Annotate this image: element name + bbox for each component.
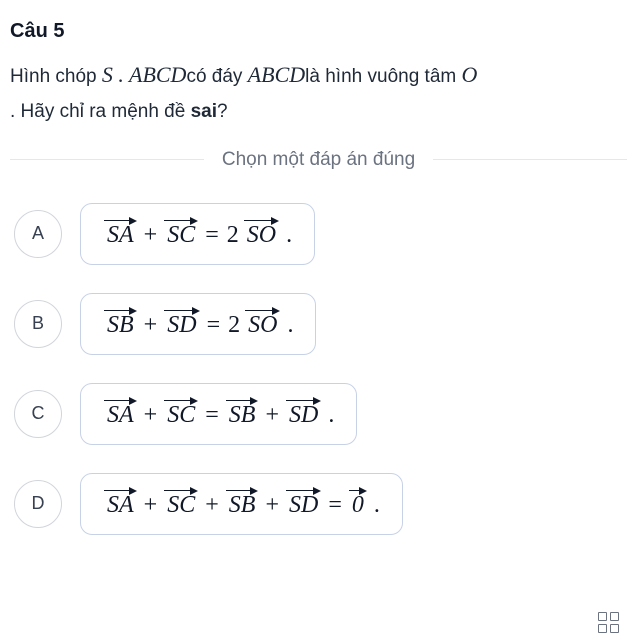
period: . <box>287 312 293 339</box>
math-expr: O <box>462 62 478 87</box>
vector: SB <box>226 402 259 429</box>
vector: SB <box>226 492 259 519</box>
option-box-a: SA + SC = 2 SO . <box>80 203 315 265</box>
operator: = <box>328 492 342 519</box>
divider-line <box>433 159 627 160</box>
operator: = <box>205 222 219 249</box>
coefficient: 2 <box>227 222 239 249</box>
operator: + <box>144 402 158 429</box>
operator: + <box>144 222 158 249</box>
text-segment: . Hãy chỉ ra mệnh đề <box>10 101 191 122</box>
option-box-b: SB + SD = 2 SO . <box>80 293 316 355</box>
text-segment: Hình chóp <box>10 66 102 87</box>
math-expr: S . ABCD <box>102 62 187 87</box>
vector: SD <box>286 492 321 519</box>
bold-word: sai <box>191 101 217 122</box>
vector: SD <box>286 402 321 429</box>
coefficient: 2 <box>228 312 240 339</box>
vector: SO <box>244 222 279 249</box>
period: . <box>374 492 380 519</box>
vector: SC <box>164 492 198 519</box>
text-segment: ? <box>217 101 228 122</box>
operator: + <box>205 492 219 519</box>
vector: SC <box>164 402 198 429</box>
text-segment: có đáy <box>186 66 247 87</box>
vector: SA <box>104 492 137 519</box>
vector-zero: 0 <box>349 492 367 519</box>
text-segment: là hình vuông tâm <box>305 66 461 87</box>
option-c[interactable]: C SA + SC = SB + SD . <box>14 383 627 445</box>
equation-d: SA + SC + SB + SD = 0 . <box>103 492 380 519</box>
vector: SA <box>104 222 137 249</box>
option-b[interactable]: B SB + SD = 2 SO . <box>14 293 627 355</box>
equation-a: SA + SC = 2 SO . <box>103 222 292 249</box>
vector: SB <box>104 312 137 339</box>
option-letter-d: D <box>14 480 62 528</box>
option-letter-a: A <box>14 210 62 258</box>
question-text: Hình chóp S . ABCDcó đáy ABCDlà hình vuô… <box>10 55 627 129</box>
instruction-row: Chọn một đáp án đúng <box>10 149 627 171</box>
operator: = <box>205 402 219 429</box>
vector: SA <box>104 402 137 429</box>
grid-icon[interactable] <box>598 612 619 633</box>
vector: SO <box>245 312 280 339</box>
operator: + <box>265 492 279 519</box>
period: . <box>328 402 334 429</box>
operator: + <box>144 312 158 339</box>
instruction-text: Chọn một đáp án đúng <box>204 149 433 171</box>
period: . <box>286 222 292 249</box>
option-box-c: SA + SC = SB + SD . <box>80 383 357 445</box>
option-letter-c: C <box>14 390 62 438</box>
question-number: Câu 5 <box>10 20 627 43</box>
math-expr: ABCD <box>248 62 305 87</box>
equation-b: SB + SD = 2 SO . <box>103 312 293 339</box>
option-d[interactable]: D SA + SC + SB + SD = 0 . <box>14 473 627 535</box>
equation-c: SA + SC = SB + SD . <box>103 402 334 429</box>
vector: SD <box>164 312 199 339</box>
operator: = <box>207 312 221 339</box>
operator: + <box>265 402 279 429</box>
operator: + <box>144 492 158 519</box>
option-box-d: SA + SC + SB + SD = 0 . <box>80 473 403 535</box>
option-letter-b: B <box>14 300 62 348</box>
divider-line <box>10 159 204 160</box>
option-a[interactable]: A SA + SC = 2 SO . <box>14 203 627 265</box>
vector: SC <box>164 222 198 249</box>
options-list: A SA + SC = 2 SO . B SB + SD = 2 SO . <box>10 203 627 535</box>
